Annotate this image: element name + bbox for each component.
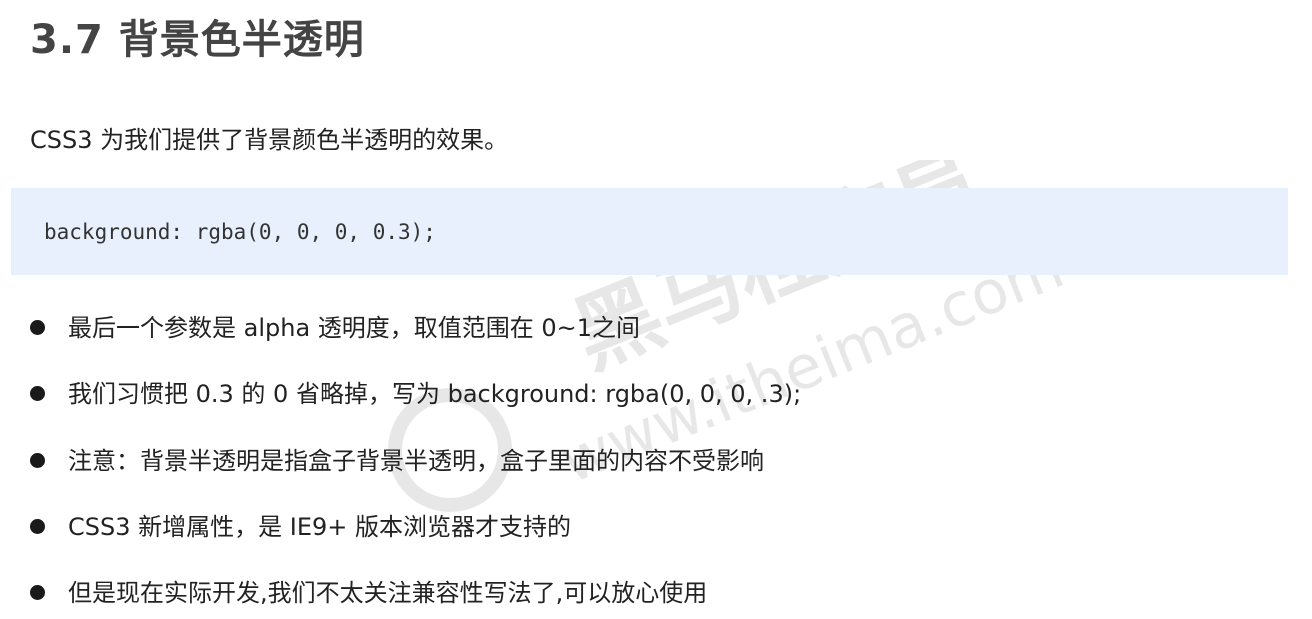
bullet-dot-icon xyxy=(30,320,45,335)
section-title: 3.7 背景色半透明 xyxy=(30,17,365,63)
list-item: 注意：背景半透明是指盒子背景半透明，盒子里面的内容不受影响 xyxy=(30,441,1130,481)
list-item-text: 注意：背景半透明是指盒子背景半透明，盒子里面的内容不受影响 xyxy=(68,447,764,475)
list-item: CSS3 新增属性，是 IE9+ 版本浏览器才支持的 xyxy=(30,507,1130,547)
bullet-dot-icon xyxy=(30,386,45,401)
bullet-dot-icon xyxy=(30,453,45,468)
intro-paragraph: CSS3 为我们提供了背景颜色半透明的效果。 xyxy=(30,126,509,154)
bullet-dot-icon xyxy=(30,519,45,534)
list-item-text: 但是现在实际开发,我们不太关注兼容性写法了,可以放心使用 xyxy=(68,579,708,607)
code-block: background: rgba(0, 0, 0, 0.3); xyxy=(11,188,1288,275)
list-item: 最后一个参数是 alpha 透明度，取值范围在 0~1之间 xyxy=(30,308,1130,348)
list-item-text: CSS3 新增属性，是 IE9+ 版本浏览器才支持的 xyxy=(68,513,572,541)
code-line: background: rgba(0, 0, 0, 0.3); xyxy=(44,220,436,244)
list-item-text: 我们习惯把 0.3 的 0 省略掉，写为 background: rgba(0,… xyxy=(68,380,802,408)
document-page: 黑马程序员 TM www.itheima.com 3.7 背景色半透明 CSS3… xyxy=(0,0,1312,619)
list-item-text: 最后一个参数是 alpha 透明度，取值范围在 0~1之间 xyxy=(68,314,641,342)
list-item: 但是现在实际开发,我们不太关注兼容性写法了,可以放心使用 xyxy=(30,573,1130,613)
bullet-dot-icon xyxy=(30,585,45,600)
list-item: 我们习惯把 0.3 的 0 省略掉，写为 background: rgba(0,… xyxy=(30,374,1130,414)
